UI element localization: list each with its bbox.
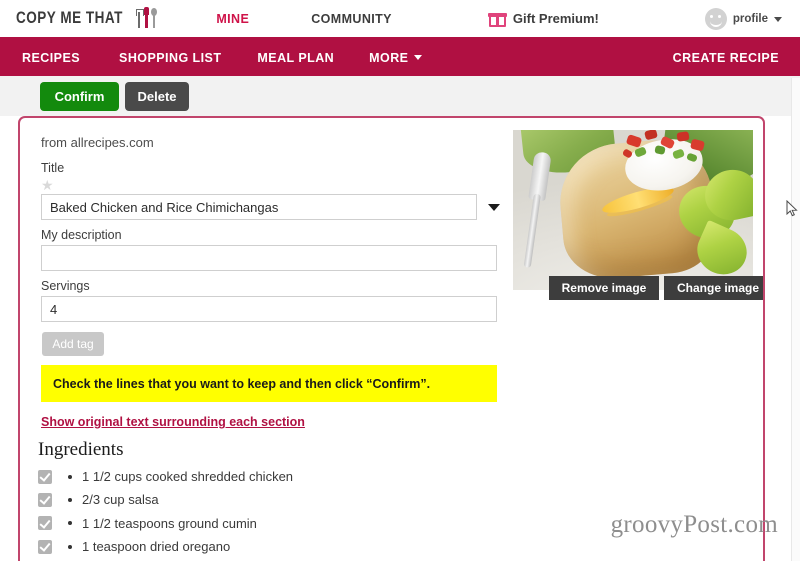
- title-input[interactable]: [41, 194, 477, 220]
- smiley-avatar-icon: [704, 8, 727, 30]
- nav-item-more[interactable]: MORE: [369, 50, 423, 65]
- list-item[interactable]: 1 1/2 teaspoons ground cumin: [38, 512, 508, 535]
- gift-premium-label: Gift Premium!: [512, 11, 599, 26]
- list-item[interactable]: 1 teaspoon dried oregano: [38, 535, 508, 558]
- change-image-button[interactable]: Change image: [664, 276, 763, 300]
- ingredients-list: 1 1/2 cups cooked shredded chicken 2/3 c…: [38, 465, 508, 561]
- ingredient-checkbox[interactable]: [38, 469, 52, 484]
- top-nav: MINE COMMUNITY: [216, 12, 392, 26]
- chevron-down-icon: [774, 16, 782, 22]
- ingredient-text: 2/3 cup salsa: [82, 492, 159, 508]
- recipe-source: from allrecipes.com: [41, 135, 154, 150]
- ingredient-checkbox[interactable]: [38, 539, 52, 554]
- logo-text: COPY ME THAT: [16, 9, 123, 27]
- nav-item-shopping-list[interactable]: SHOPPING LIST: [119, 51, 221, 65]
- confirm-button[interactable]: Confirm: [40, 82, 119, 111]
- profile-label: profile: [732, 13, 768, 25]
- confirm-notice-text: Check the lines that you want to keep an…: [53, 376, 431, 391]
- title-field-label: Title: [41, 161, 65, 175]
- ingredient-text: 1 teaspoon dried oregano: [82, 539, 231, 555]
- action-bar: Confirm Delete: [0, 76, 800, 116]
- nav-item-meal-plan[interactable]: MEAL PLAN: [257, 51, 334, 65]
- title-dropdown-chevron-down-icon[interactable]: [488, 204, 500, 211]
- site-logo[interactable]: COPY ME THAT: [16, 6, 159, 30]
- ingredient-checkbox[interactable]: [38, 492, 52, 507]
- list-item[interactable]: 2/3 cup salsa: [38, 488, 508, 511]
- servings-field-label: Servings: [41, 279, 90, 293]
- list-item[interactable]: 1 1/2 cups cooked shredded chicken: [38, 465, 508, 488]
- main-nav-bar: RECIPES SHOPPING LIST MEAL PLAN MORE CRE…: [0, 39, 800, 76]
- gift-premium-link[interactable]: Gift Premium!: [487, 11, 599, 27]
- add-tag-button[interactable]: Add tag: [42, 332, 104, 356]
- top-nav-item-community[interactable]: COMMUNITY: [311, 12, 392, 26]
- bullet-icon: [68, 497, 72, 502]
- bullet-icon: [68, 521, 72, 526]
- browser-page: COPY ME THAT MINE COMMUNITY Gift Premium…: [0, 0, 800, 561]
- utensils-icon: [136, 6, 159, 30]
- ingredients-heading: Ingredients: [38, 439, 124, 460]
- description-field-label: My description: [41, 228, 122, 242]
- profile-menu[interactable]: profile: [704, 8, 782, 30]
- chevron-down-icon: [414, 55, 423, 60]
- remove-image-button[interactable]: Remove image: [549, 276, 659, 300]
- bullet-icon: [68, 474, 72, 479]
- bullet-icon: [68, 544, 72, 549]
- show-original-text-link[interactable]: Show original text surrounding each sect…: [41, 415, 305, 429]
- top-nav-item-mine[interactable]: MINE: [216, 12, 249, 26]
- star-icon[interactable]: ★: [41, 178, 54, 192]
- top-utility-bar: COPY ME THAT MINE COMMUNITY Gift Premium…: [0, 0, 800, 39]
- servings-input[interactable]: [41, 296, 497, 322]
- recipe-image[interactable]: [513, 130, 753, 290]
- scrollbar-track[interactable]: [791, 78, 800, 561]
- nav-item-recipes[interactable]: RECIPES: [22, 51, 80, 65]
- ingredient-text: 1 1/2 cups cooked shredded chicken: [82, 469, 294, 485]
- chimichanga-photo: [513, 130, 753, 290]
- create-recipe-button[interactable]: CREATE RECIPE: [673, 51, 779, 65]
- confirm-notice-banner: Check the lines that you want to keep an…: [41, 365, 497, 402]
- gift-icon: [487, 11, 507, 27]
- ingredient-text: 1 1/2 teaspoons ground cumin: [82, 515, 257, 531]
- recipe-edit-panel: from allrecipes.com Title ★ My descripti…: [18, 116, 765, 561]
- ingredient-checkbox[interactable]: [38, 516, 52, 531]
- delete-button[interactable]: Delete: [125, 82, 189, 111]
- description-input[interactable]: [41, 245, 497, 271]
- nav-item-more-label: MORE: [369, 50, 409, 65]
